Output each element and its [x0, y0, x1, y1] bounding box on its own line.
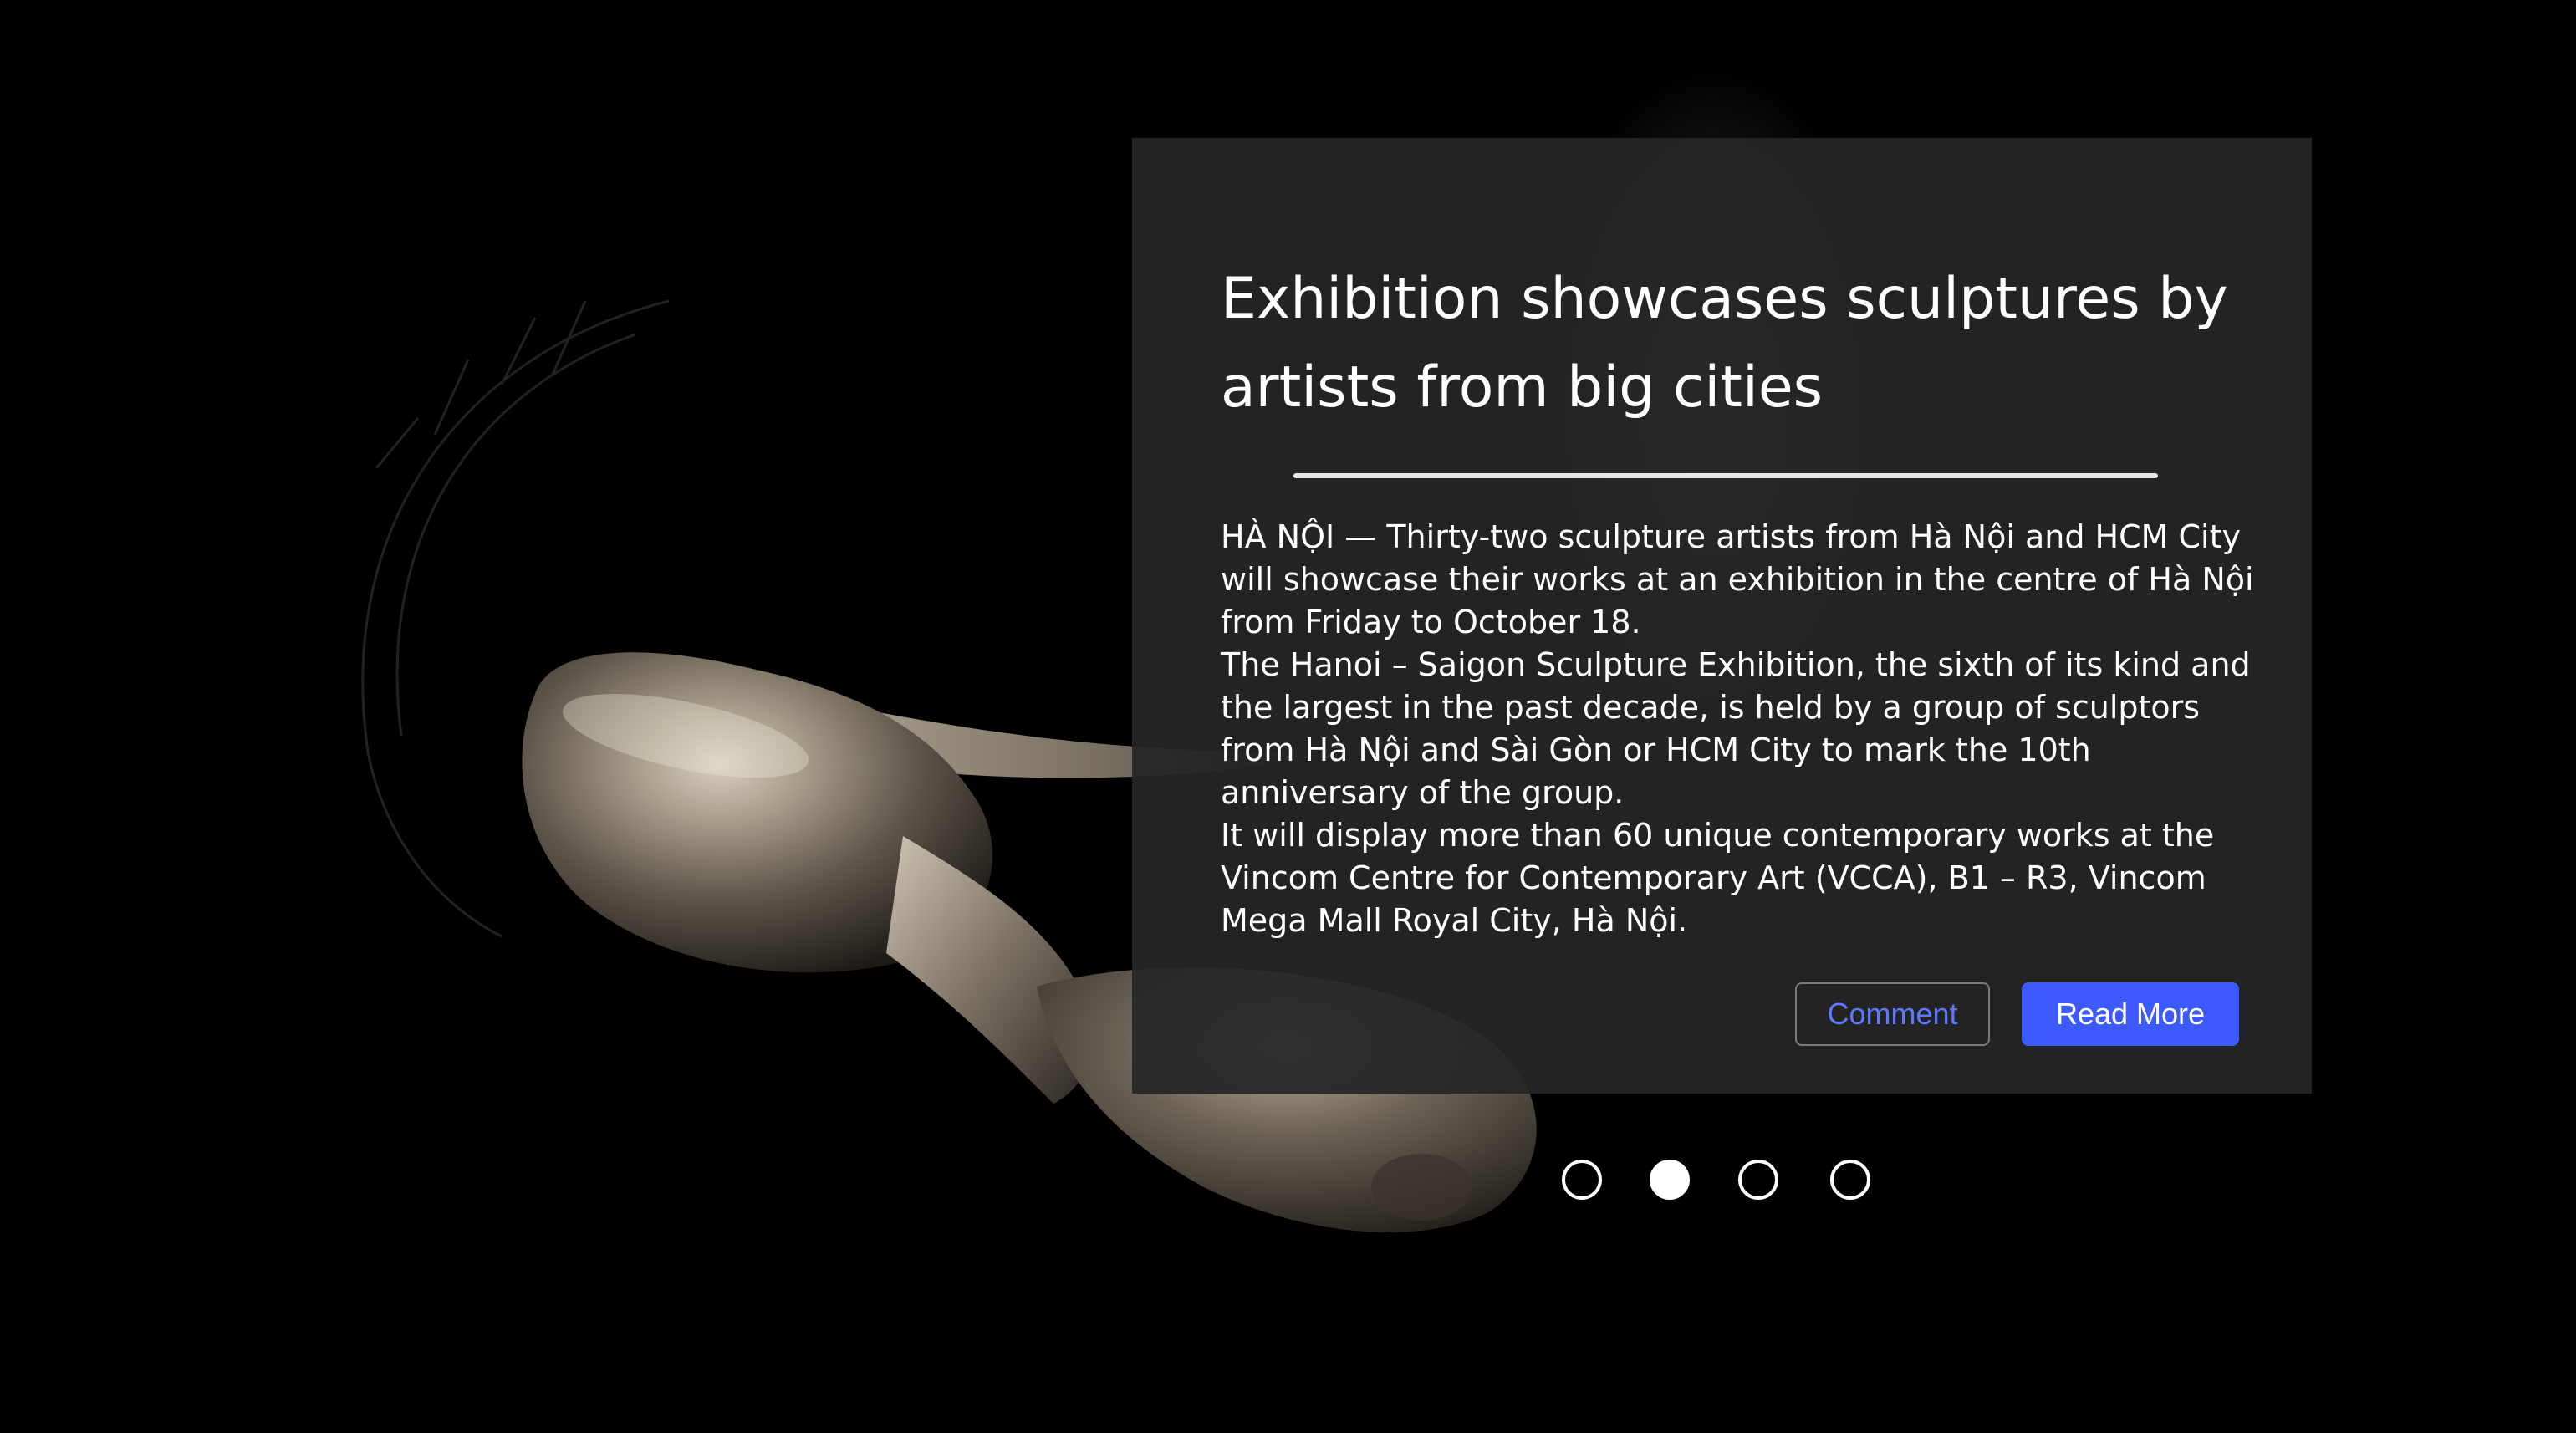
comment-button[interactable]: Comment	[1795, 982, 1990, 1046]
read-more-button[interactable]: Read More	[2022, 982, 2239, 1046]
article-summary: HÀ NỘI — Thirty-two sculpture artists fr…	[1221, 516, 2266, 942]
article-paragraph: It will display more than 60 unique cont…	[1221, 817, 2215, 939]
title-divider	[1293, 473, 2158, 478]
hero-slide: Exhibition showcases sculptures by artis…	[0, 0, 2576, 1433]
carousel-dot-4[interactable]	[1830, 1160, 1870, 1200]
article-paragraph: HÀ NỘI — Thirty-two sculpture artists fr…	[1221, 518, 2254, 640]
article-title: Exhibition showcases sculptures by artis…	[1221, 266, 2228, 421]
carousel-dot-2[interactable]	[1650, 1160, 1690, 1200]
article-card: Exhibition showcases sculptures by artis…	[1132, 138, 2312, 1094]
article-paragraph: The Hanoi – Saigon Sculpture Exhibition,…	[1221, 646, 2251, 811]
carousel-dot-1[interactable]	[1562, 1160, 1602, 1200]
carousel-dot-3[interactable]	[1738, 1160, 1778, 1200]
